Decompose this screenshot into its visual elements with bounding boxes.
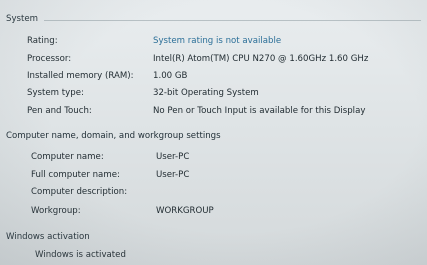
rating-label: Rating: — [27, 36, 58, 46]
system-section-header: System — [6, 13, 421, 25]
activation-status: Windows is activated — [35, 250, 126, 260]
full-computer-name-value: User-PC — [156, 170, 190, 180]
computer-name-label: Computer name: — [31, 152, 104, 162]
pen-and-touch-value: No Pen or Touch Input is available for t… — [153, 106, 366, 116]
system-type-label: System type: — [27, 88, 84, 98]
full-computer-name-label: Full computer name: — [31, 170, 120, 180]
system-properties-panel: System Rating: System rating is not avai… — [0, 0, 427, 265]
computer-name-section-header: Computer name, domain, and workgroup set… — [6, 130, 421, 142]
pen-and-touch-label: Pen and Touch: — [27, 106, 92, 116]
windows-activation-section-header: Windows activation — [6, 231, 421, 243]
workgroup-label: Workgroup: — [31, 206, 81, 216]
windows-activation-section-title: Windows activation — [6, 232, 90, 242]
installed-memory-value: 1.00 GB — [153, 71, 188, 81]
processor-value: Intel(R) Atom(TM) CPU N270 @ 1.60GHz 1.6… — [153, 54, 369, 64]
system-rating-link[interactable]: System rating is not available — [153, 36, 281, 46]
installed-memory-label: Installed memory (RAM): — [27, 71, 134, 81]
computer-name-section-title: Computer name, domain, and workgroup set… — [6, 131, 221, 141]
workgroup-value: WORKGROUP — [156, 206, 214, 216]
system-section-title: System — [6, 14, 39, 24]
system-type-value: 32-bit Operating System — [153, 88, 259, 98]
section-divider — [44, 19, 421, 21]
computer-description-label: Computer description: — [31, 187, 128, 197]
computer-name-value: User-PC — [156, 152, 190, 162]
processor-label: Processor: — [27, 54, 72, 64]
